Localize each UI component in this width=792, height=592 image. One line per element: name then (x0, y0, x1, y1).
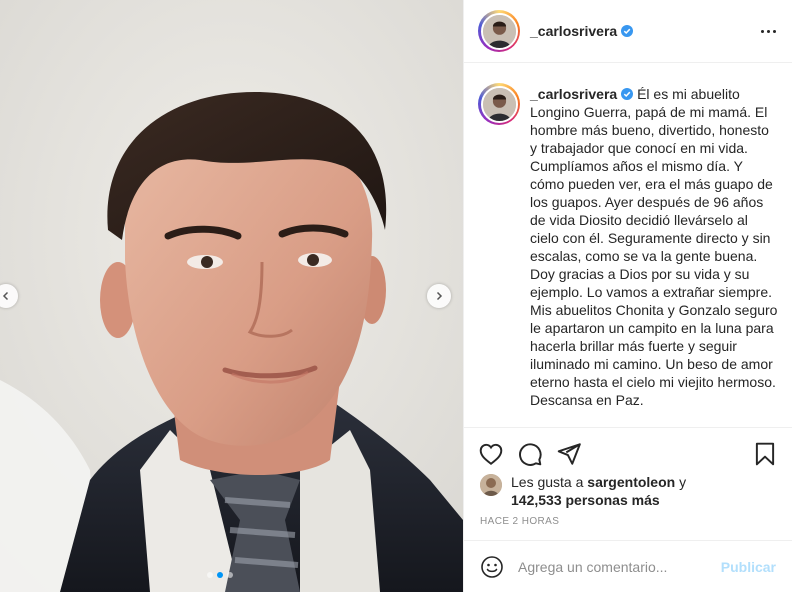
username-link[interactable]: _carlosrivera (530, 23, 617, 39)
publish-button[interactable]: Publicar (721, 559, 776, 575)
chevron-left-icon (2, 291, 9, 301)
liker-avatar[interactable] (480, 474, 502, 496)
likes-summary: Les gusta a sargentoleon y 142,533 perso… (480, 473, 686, 509)
carousel-dot (207, 572, 213, 578)
save-button[interactable] (752, 441, 778, 467)
post-sidebar: _carlosrivera _carlosrivera Él es mi abu… (463, 0, 792, 592)
comment-composer: Publicar (464, 540, 792, 592)
instagram-post: _carlosrivera _carlosrivera Él es mi abu… (0, 0, 792, 592)
like-button[interactable] (478, 441, 504, 467)
likes-text: Les gusta a sargentoleon y 142,533 perso… (511, 473, 686, 509)
caption: _carlosrivera Él es mi abuelito Longino … (464, 63, 792, 427)
post-photo[interactable] (0, 0, 463, 592)
share-button[interactable] (556, 441, 582, 467)
caption-text: _carlosrivera Él es mi abuelito Longino … (530, 85, 778, 427)
post-timestamp[interactable]: HACE 2 HORAS (480, 516, 559, 527)
heart-icon (479, 443, 503, 465)
likes-prefix: Les gusta a (511, 474, 584, 490)
carousel-indicator (207, 572, 233, 578)
portrait-image (0, 0, 463, 592)
caption-username-link[interactable]: _carlosrivera (530, 86, 617, 102)
action-bar (464, 427, 792, 479)
comment-input[interactable] (518, 558, 721, 575)
post-header: _carlosrivera (464, 0, 792, 63)
comment-icon (519, 442, 542, 466)
more-options-icon[interactable] (761, 29, 776, 33)
avatar (480, 85, 518, 123)
comment-button[interactable] (517, 441, 543, 467)
story-ring[interactable] (478, 83, 520, 125)
carousel-dot-active (217, 572, 223, 578)
bookmark-icon (755, 442, 775, 465)
caption-body: Él es mi abuelito Longino Guerra, papá d… (530, 86, 778, 408)
chevron-right-icon (436, 291, 443, 301)
carousel-dot (227, 572, 233, 578)
story-ring[interactable] (478, 10, 520, 52)
next-slide-button[interactable] (427, 284, 451, 308)
likes-count-link[interactable]: 142,533 personas más (511, 492, 660, 508)
avatar (480, 12, 518, 50)
likes-conjunction: y (679, 474, 687, 490)
share-icon (557, 442, 581, 465)
emoji-icon[interactable] (480, 555, 504, 579)
liker-username-link[interactable]: sargentoleon (587, 474, 675, 490)
verified-badge-icon (621, 25, 634, 37)
verified-badge-icon (621, 88, 634, 100)
